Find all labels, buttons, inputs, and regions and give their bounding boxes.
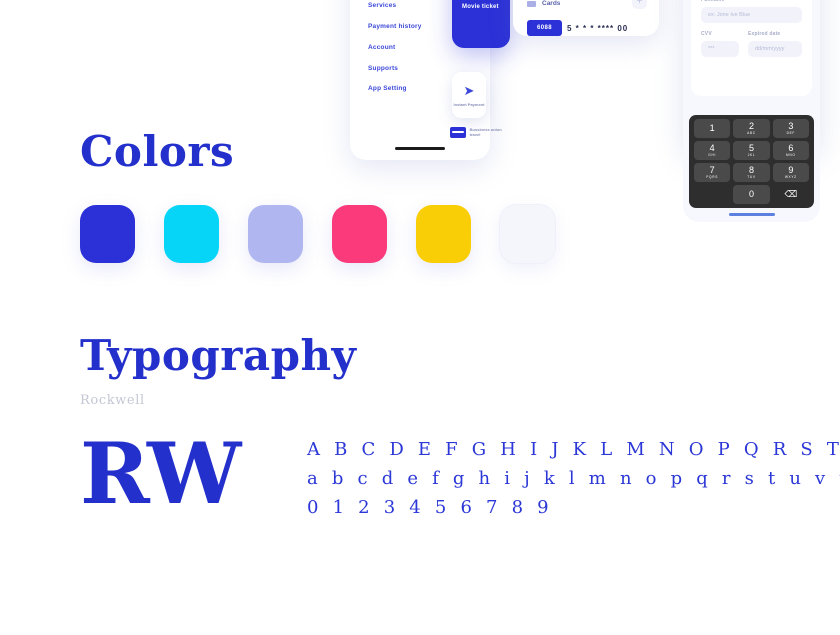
fullname-field[interactable]: ex: Jone Ive Blue (701, 7, 802, 23)
backspace-icon[interactable]: ⌫ (773, 185, 809, 204)
saved-card-label: Bussiness union travel (469, 127, 502, 137)
instant-payment-label: Instant Payment (453, 101, 485, 107)
cvv-field[interactable]: *** (701, 41, 739, 57)
key-3-letters: DEF (786, 130, 796, 135)
instant-payment-card[interactable]: ➤ Instant Payment (452, 72, 486, 118)
mockup-cards-screen: Cards + 6088 5 * * * **** 00 (513, 0, 659, 36)
cards-header: Cards (527, 0, 560, 7)
color-swatch-yellow[interactable] (416, 205, 471, 263)
cvv-label: CVV (701, 31, 712, 37)
card-number: 5 * * * **** 00 (567, 24, 629, 33)
key-7-number: 7 (709, 164, 715, 175)
saved-card-row[interactable]: Bussiness union travel (450, 124, 510, 140)
menu-list: Services Payment history Account Support… (368, 2, 422, 92)
key-1-number: 1 (709, 123, 715, 133)
font-family-name: Rockwell (80, 393, 145, 408)
key-7[interactable]: 7 PQRS (694, 163, 731, 182)
color-swatch-row (80, 205, 555, 263)
key-4-number: 4 (709, 142, 715, 153)
key-4-letters: GHI (708, 152, 717, 157)
credit-card-icon (450, 126, 466, 138)
key-5-number: 5 (748, 142, 754, 153)
color-swatch-off-white[interactable] (500, 205, 555, 263)
card-icon (527, 0, 536, 7)
mockup-numeric-keypad: 1 2 ABC 3 DEF 4 GHI 5 JKL 6 MNO 7 PQRS 8… (683, 112, 820, 222)
key-8-letters: TUV (747, 174, 756, 179)
glyph-row-digits: 0 1 2 3 4 5 6 7 8 9 (307, 497, 553, 518)
glyph-specimen: A B C D E F G H I J K L M N O P Q R S T … (307, 435, 840, 522)
menu-item-payment-history[interactable]: Payment history (368, 23, 422, 30)
form-panel: Fullname ex: Jone Ive Blue CVV *** Expir… (691, 0, 812, 96)
key-0[interactable]: 0 (733, 185, 770, 204)
fullname-label: Fullname (701, 0, 725, 3)
key-8[interactable]: 8 TUV (733, 163, 770, 182)
home-indicator (395, 147, 445, 150)
menu-item-app-setting[interactable]: App Setting (368, 85, 407, 92)
specimen-initials: RW (80, 424, 241, 523)
key-9-letters: WXYZ (784, 174, 797, 179)
key-0-number: 0 (748, 189, 754, 199)
key-2-number: 2 (748, 120, 754, 131)
key-3-number: 3 (788, 120, 794, 131)
key-2-letters: ABC (747, 130, 756, 135)
key-blank (694, 185, 730, 204)
key-4[interactable]: 4 GHI (694, 141, 731, 160)
paper-plane-icon: ➤ (463, 82, 475, 98)
cards-header-label: Cards (542, 0, 561, 7)
color-swatch-pink[interactable] (332, 205, 387, 263)
glyph-row-lowercase: a b c d e f g h i j k l m n o p q r s t … (307, 468, 840, 489)
style-guide-page: Services Payment history Account Support… (0, 0, 840, 635)
menu-item-services[interactable]: Services (368, 2, 422, 9)
key-6-number: 6 (788, 142, 794, 153)
menu-item-supports[interactable]: Supports (368, 65, 422, 72)
category-movie-ticket[interactable]: Movie ticket (462, 4, 510, 10)
key-9[interactable]: 9 WXYZ (772, 163, 809, 182)
expiry-field[interactable]: dd/mm/yyyy (748, 41, 802, 57)
key-9-number: 9 (788, 164, 794, 175)
page-title-typography: Typography (80, 331, 357, 380)
keypad-grid: 1 2 ABC 3 DEF 4 GHI 5 JKL 6 MNO 7 PQRS 8… (689, 115, 814, 208)
color-swatch-cyan[interactable] (164, 205, 219, 263)
key-6[interactable]: 6 MNO (772, 141, 809, 160)
color-swatch-primary-blue[interactable] (80, 205, 135, 263)
keypad-home-indicator (728, 213, 775, 216)
glyph-row-uppercase: A B C D E F G H I J K L M N O P Q R S T … (307, 439, 840, 460)
key-6-letters: MNO (786, 152, 796, 157)
expiry-label: Expired date (748, 31, 781, 37)
key-3[interactable]: 3 DEF (772, 119, 809, 138)
key-7-letters: PQRS (706, 174, 719, 179)
add-card-button[interactable]: + (632, 0, 647, 9)
key-5-letters: JKL (747, 152, 756, 157)
page-title-colors: Colors (80, 127, 235, 176)
color-swatch-periwinkle[interactable] (248, 205, 303, 263)
menu-item-account[interactable]: Account (368, 44, 422, 51)
card-thumbnail[interactable]: 6088 (527, 20, 562, 36)
key-5[interactable]: 5 JKL (733, 141, 770, 160)
key-2[interactable]: 2 ABC (733, 119, 770, 138)
key-8-number: 8 (748, 164, 754, 175)
key-1[interactable]: 1 (694, 119, 731, 138)
mockup-categories-panel: Uber Shopping Starbucks Movie ticket (452, 0, 510, 48)
